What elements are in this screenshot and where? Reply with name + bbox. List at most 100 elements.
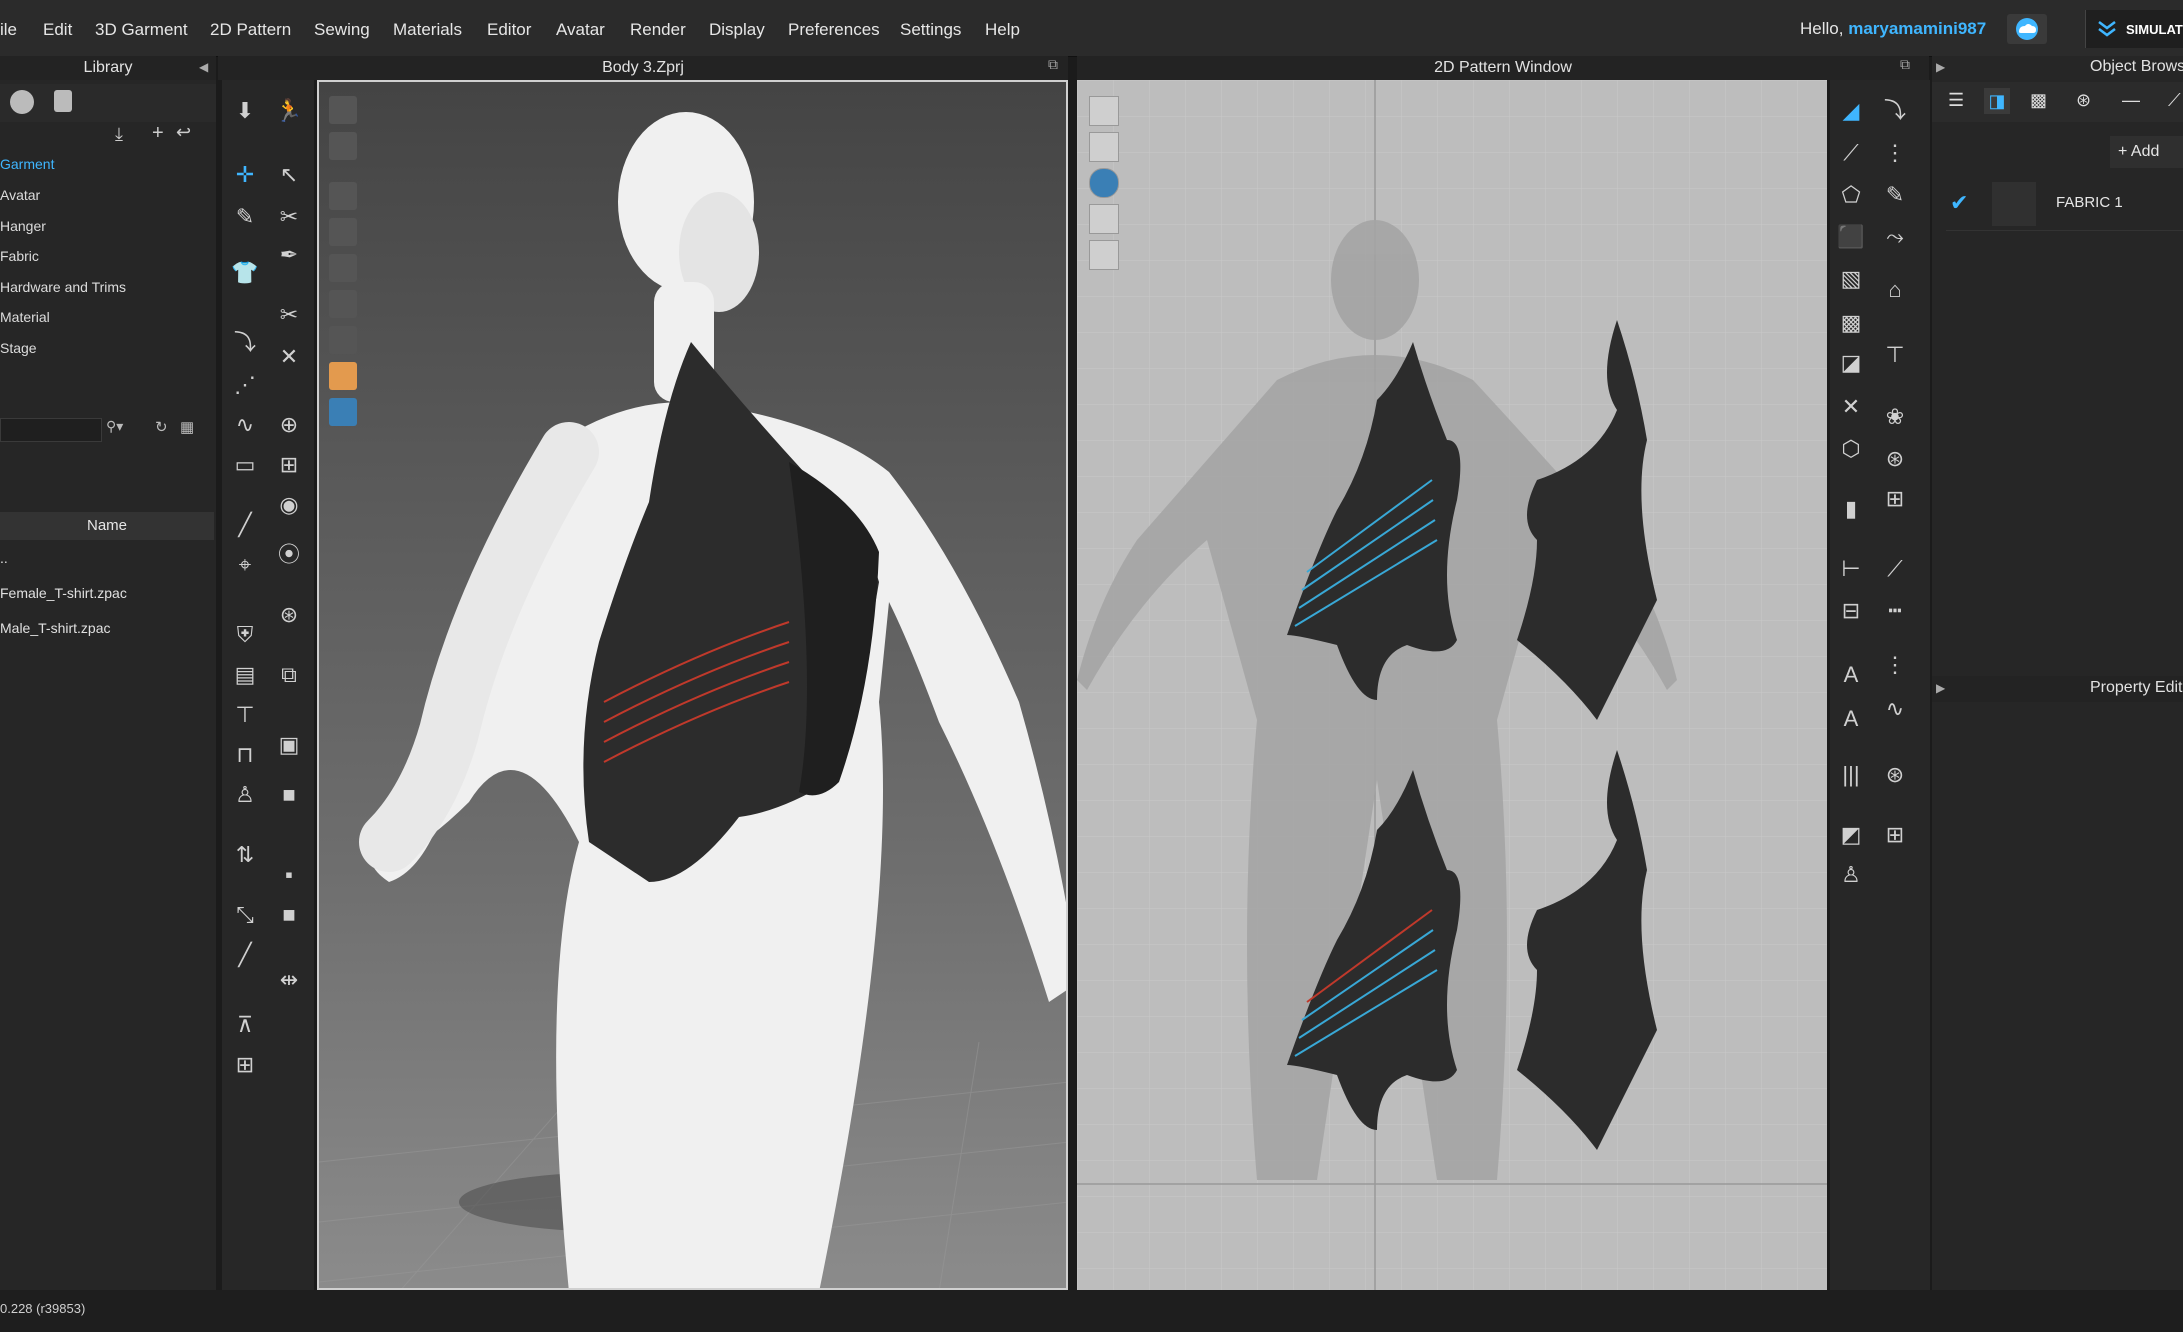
library-category-fabric[interactable]: Fabric	[0, 248, 39, 264]
measure-icon[interactable]: ⇅	[230, 840, 260, 870]
button-tab-icon[interactable]: ⊛	[2076, 90, 2091, 111]
edit-point-icon[interactable]: ⟋	[1836, 138, 1866, 168]
menu-edit[interactable]: Edit	[43, 20, 72, 40]
maximize-icon[interactable]: ⧉	[1900, 56, 1910, 73]
garment-icon[interactable]: ⊞	[230, 1050, 260, 1080]
library-category-stage[interactable]: Stage	[0, 340, 37, 356]
library-category-material[interactable]: Material	[0, 309, 50, 325]
view-icon[interactable]	[329, 254, 357, 282]
refresh-icon[interactable]: ↻	[155, 418, 168, 436]
maximize-icon[interactable]: ⧉	[1048, 56, 1058, 73]
garment-view-icon[interactable]	[1089, 240, 1119, 270]
polygon-icon[interactable]: ⬠	[1836, 180, 1866, 210]
add-icon[interactable]: +	[152, 122, 164, 145]
internal-polygon-icon[interactable]: ▧	[1836, 264, 1866, 294]
wrap-icon[interactable]: ⊞	[1880, 820, 1910, 850]
tape-icon[interactable]: ∿	[230, 410, 260, 440]
list-item[interactable]: Male_T-shirt.zpac	[0, 620, 110, 636]
down-arrow-icon[interactable]: ⬇	[230, 96, 260, 126]
menu-sewing[interactable]: Sewing	[314, 20, 370, 40]
jacket-icon[interactable]: ▤	[230, 660, 260, 690]
library-search-input[interactable]	[0, 418, 102, 442]
button-hole-icon[interactable]: ⊛	[1880, 760, 1910, 790]
tshirt-icon[interactable]: 👕	[230, 258, 260, 288]
menu-materials[interactable]: Materials	[393, 20, 462, 40]
zipper-icon[interactable]: ⧉	[274, 660, 304, 690]
library-category-avatar[interactable]: Avatar	[0, 187, 40, 203]
pattern-shirt-icon[interactable]: ⊤	[1880, 340, 1910, 370]
list-item[interactable]: Female_T-shirt.zpac	[0, 585, 127, 601]
rect-icon[interactable]: ■	[274, 900, 304, 930]
ruler-icon[interactable]: ▭	[230, 450, 260, 480]
move-tool-icon[interactable]: ✛	[230, 160, 260, 190]
rectangle-icon[interactable]: ⬛	[1836, 222, 1866, 252]
list-item[interactable]: ✔ FABRIC 1	[1946, 178, 2183, 231]
brush-icon[interactable]: ⌖	[230, 550, 260, 580]
align-icon[interactable]: ⇹	[274, 965, 304, 995]
box-icon[interactable]: ▣	[274, 730, 304, 760]
fabric-icon[interactable]	[1089, 204, 1119, 234]
trace-icon[interactable]: ✕	[1836, 392, 1866, 422]
select-icon[interactable]: ↖	[274, 160, 304, 190]
viewport-2d[interactable]	[1077, 80, 1827, 1290]
table-header-name[interactable]: Name	[0, 512, 214, 540]
cloud-library-icon[interactable]	[10, 90, 34, 114]
transform-pattern-icon[interactable]: ◢	[1836, 96, 1866, 126]
more-tab-icon[interactable]: ⟋	[2168, 90, 2181, 111]
button-icon[interactable]: ◉	[274, 490, 304, 520]
username[interactable]: maryamamini987	[1848, 19, 1986, 38]
line-icon[interactable]: ⟋	[1880, 554, 1910, 584]
unfold-icon[interactable]: ⬡	[1836, 434, 1866, 464]
pencil-icon[interactable]: ╱	[230, 510, 260, 540]
download-icon[interactable]: ⤓	[115, 124, 123, 145]
view-icon[interactable]	[329, 218, 357, 246]
segment-sewing-icon[interactable]: ⋮	[1880, 138, 1910, 168]
dart-icon[interactable]: ▩	[1836, 308, 1866, 338]
measure-icon[interactable]: ⊟	[1836, 596, 1866, 626]
menu-display[interactable]: Display	[709, 20, 765, 40]
grading-icon[interactable]: |||	[1836, 760, 1866, 790]
pen-icon[interactable]: ✒	[274, 240, 304, 270]
library-category-hardware[interactable]: Hardware and Trims	[0, 279, 126, 295]
cloud-button[interactable]	[2007, 14, 2047, 44]
text-icon[interactable]: A	[1836, 660, 1866, 690]
avatar-pose-icon[interactable]: 🏃	[274, 96, 304, 126]
menu-3d-garment[interactable]: 3D Garment	[95, 20, 188, 40]
menu-render[interactable]: Render	[630, 20, 686, 40]
dashed-icon[interactable]: ┅	[1880, 596, 1910, 626]
menu-settings[interactable]: Settings	[900, 20, 961, 40]
menu-editor[interactable]: Editor	[487, 20, 531, 40]
needle-icon[interactable]: ✂	[274, 202, 304, 232]
camera-icon[interactable]: ▮	[1836, 494, 1866, 524]
library-category-garment[interactable]: Garment	[0, 156, 54, 172]
figure-icon[interactable]: ♙	[230, 780, 260, 810]
length-icon[interactable]: ⊢	[1836, 554, 1866, 584]
pattern-mesh-icon[interactable]: ⊞	[1880, 484, 1910, 514]
texture-icon[interactable]: ⊛	[1880, 444, 1910, 474]
iron-icon[interactable]: ⌂	[1880, 275, 1910, 305]
view-icon[interactable]	[329, 326, 357, 354]
cut-icon[interactable]: ✂	[274, 300, 304, 330]
ruler-tool-icon[interactable]: ╱	[230, 940, 260, 970]
fabric-tab-icon[interactable]: ◨	[1984, 88, 2010, 114]
info-icon[interactable]	[1089, 168, 1119, 198]
pencil-icon[interactable]	[1089, 96, 1119, 126]
fold-pattern-icon[interactable]: ◪	[1836, 348, 1866, 378]
search-icon[interactable]: ⚲▾	[106, 418, 123, 435]
arrange-icon[interactable]: ⊕	[274, 410, 304, 440]
sewing-icon[interactable]: ⤵	[1880, 96, 1910, 126]
collapse-icon[interactable]: ◀	[199, 60, 208, 74]
stitch-icon[interactable]: ✕	[274, 342, 304, 372]
pants-icon[interactable]: ⊓	[230, 740, 260, 770]
list-item[interactable]: ..	[0, 550, 8, 566]
fit-icon[interactable]: ◩	[1836, 820, 1866, 850]
bag-icon[interactable]	[54, 90, 72, 112]
fold-icon[interactable]: ⤵	[230, 328, 260, 358]
tape-measure-icon[interactable]: ⤡	[230, 900, 260, 930]
environment-icon[interactable]	[329, 398, 357, 426]
top-icon[interactable]: ⊼	[230, 1010, 260, 1040]
menu-avatar[interactable]: Avatar	[556, 20, 605, 40]
menu-preferences[interactable]: Preferences	[788, 20, 880, 40]
check-icon[interactable]: ✔	[1950, 190, 1968, 216]
back-icon[interactable]: ↩	[176, 122, 191, 143]
